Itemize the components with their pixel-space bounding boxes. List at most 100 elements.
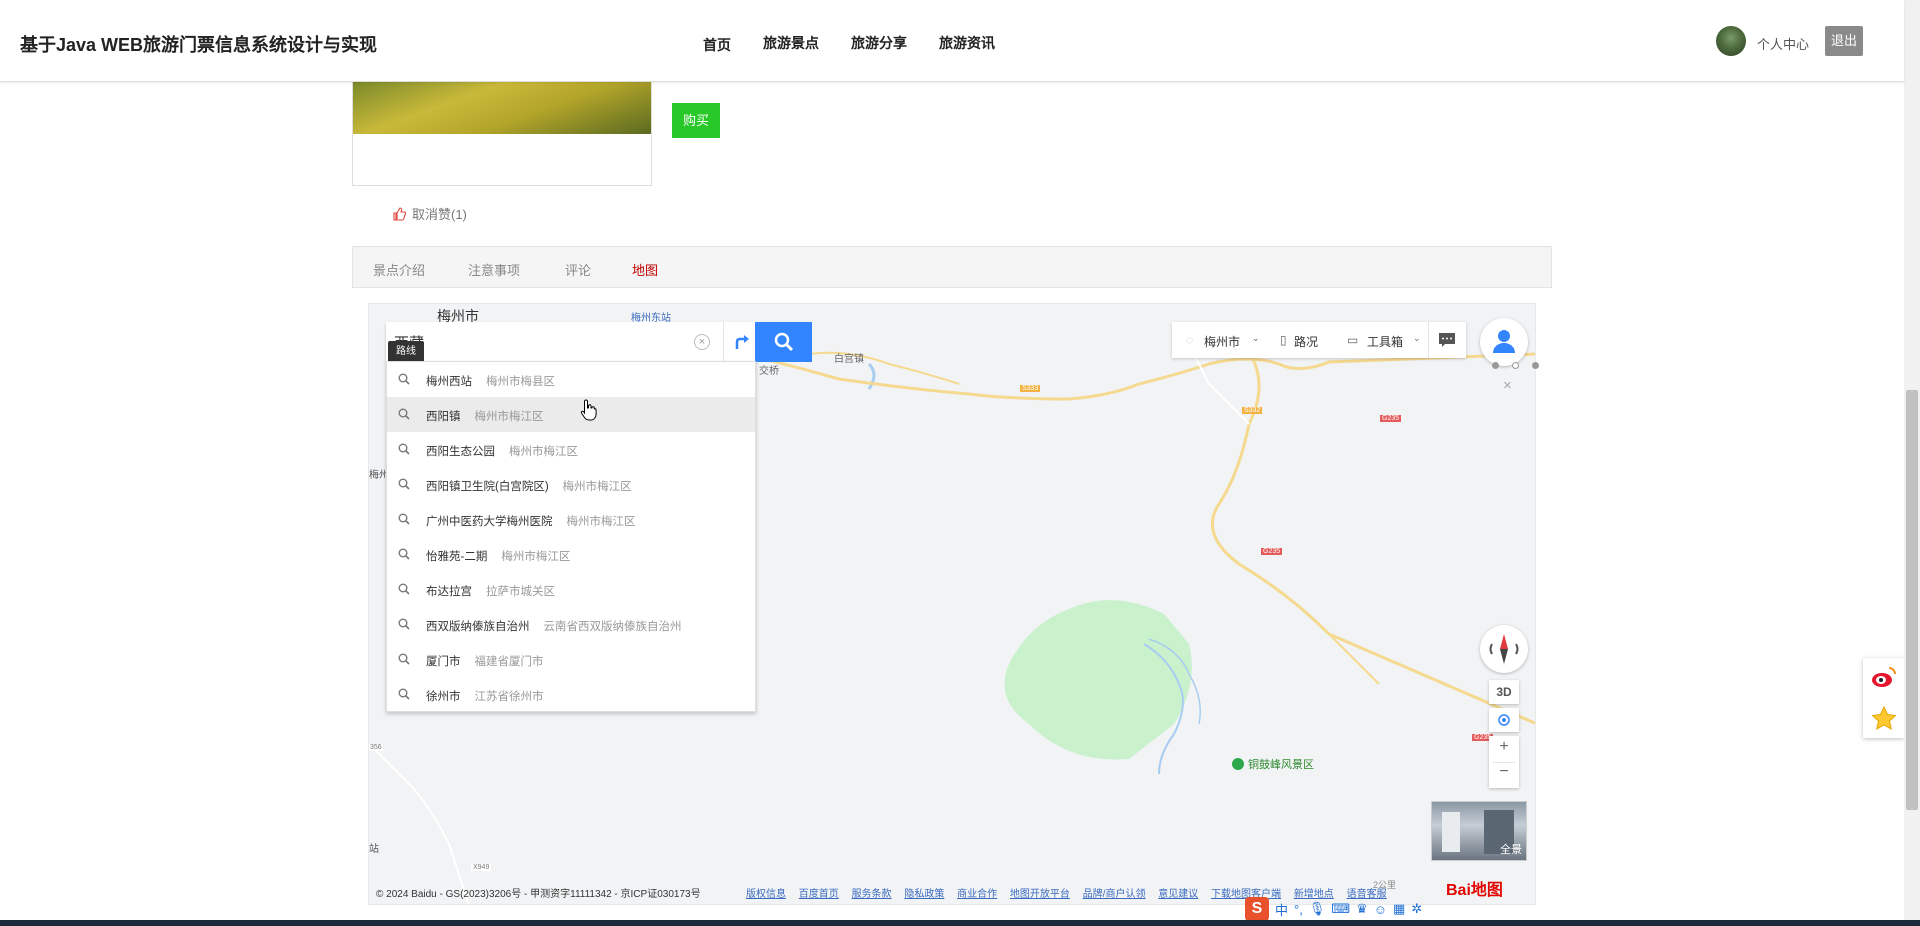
- footer-link[interactable]: 意见建议: [1158, 889, 1198, 900]
- suggestion-item[interactable]: 厦门市 福建省厦门市: [387, 642, 755, 677]
- suggestion-item[interactable]: 布达拉宫 拉萨市城关区: [387, 572, 755, 607]
- suggestion-district: 拉萨市城关区: [486, 586, 555, 598]
- search-suggestions: 梅州西站 梅州市梅县区 西阳镇 梅州市梅江区 西阳生态公园 梅州市梅江区 西阳镇卫生院…: [386, 361, 756, 712]
- footer-link[interactable]: 版权信息: [746, 889, 786, 900]
- tab-map[interactable]: 地图: [632, 260, 658, 279]
- emoji-icon[interactable]: ☺: [1374, 902, 1387, 917]
- search-icon: [398, 373, 410, 385]
- suggestion-name: 怡雅苑-二期: [426, 551, 488, 563]
- user-center-link[interactable]: 个人中心: [1757, 34, 1809, 53]
- road-badge-s333: S333: [1020, 385, 1041, 392]
- search-divider: [723, 322, 724, 362]
- search-icon: [398, 653, 410, 665]
- suggestion-item[interactable]: 怡雅苑-二期 梅州市梅江区: [387, 537, 755, 572]
- skin-icon[interactable]: ♛: [1356, 901, 1368, 917]
- qzone-star-icon[interactable]: [1871, 706, 1897, 730]
- map-user-button[interactable]: [1480, 318, 1528, 366]
- top-header: 基于Java WEB旅游门票信息系统设计与实现 首页 旅游景点 旅游分享 旅游资…: [0, 0, 1904, 82]
- search-icon: [398, 478, 410, 490]
- map-search-button[interactable]: [755, 322, 812, 362]
- buy-button[interactable]: 购买: [672, 103, 720, 138]
- map-copyright: © 2024 Baidu - GS(2023)3206号 - 甲测资字11111…: [376, 889, 701, 900]
- suggestion-item[interactable]: 广州中医药大学梅州医院 梅州市梅江区: [387, 502, 755, 537]
- message-icon[interactable]: [1438, 332, 1456, 348]
- zoom-out-button[interactable]: −: [1489, 763, 1519, 781]
- search-icon: [398, 618, 410, 630]
- map-search-box: ×: [386, 322, 756, 362]
- footer-link[interactable]: 品牌/商户认领: [1083, 889, 1146, 900]
- nav-news[interactable]: 旅游资讯: [939, 33, 995, 55]
- nav-home[interactable]: 首页: [703, 35, 731, 55]
- settings-icon[interactable]: ✲: [1411, 901, 1422, 917]
- ime-mode[interactable]: 中: [1275, 900, 1288, 919]
- locate-button[interactable]: [1489, 708, 1519, 732]
- footer-link[interactable]: 商业合作: [957, 889, 997, 900]
- chevron-down-icon: ⌄: [1413, 333, 1421, 343]
- suggestion-name: 广州中医药大学梅州医院: [426, 516, 553, 528]
- avatar[interactable]: [1716, 26, 1746, 56]
- tab-notes[interactable]: 注意事项: [468, 260, 520, 279]
- scenic-label: 铜鼓峰风景区: [1248, 759, 1314, 771]
- unlike-button[interactable]: 取消赞(1): [392, 204, 467, 223]
- apps-grid-icon[interactable]: ▦: [1393, 901, 1405, 917]
- chevron-down-icon: ⌄: [1252, 333, 1260, 343]
- suggestion-name: 西阳镇卫生院(白宫院区): [426, 481, 549, 493]
- footer-link[interactable]: 服务条款: [852, 889, 892, 900]
- suggestion-district: 梅州市梅江区: [474, 411, 544, 423]
- dot-icon: [1532, 362, 1539, 369]
- sogou-ime-icon[interactable]: S: [1245, 897, 1269, 921]
- suggestion-district: 梅州市梅江区: [501, 551, 571, 563]
- clear-input-icon[interactable]: ×: [694, 334, 710, 350]
- suggestion-district: 云南省西双版纳傣族自治州: [543, 621, 682, 633]
- toolbox-button[interactable]: 工具箱: [1367, 333, 1403, 350]
- suggestion-item[interactable]: 西双版纳傣族自治州 云南省西双版纳傣族自治州: [387, 607, 755, 642]
- tab-intro[interactable]: 景点介绍: [373, 260, 425, 279]
- 3d-toggle[interactable]: 3D: [1489, 680, 1519, 704]
- zoom-in-button[interactable]: +: [1489, 738, 1519, 756]
- building-shape: [1442, 812, 1460, 852]
- detail-tabs: 景点介绍 注意事项 评论 地图: [352, 246, 1552, 288]
- route-icon[interactable]: [732, 332, 752, 352]
- suggestion-item[interactable]: 西阳生态公园 梅州市梅江区: [387, 432, 755, 467]
- map-label-baigong: 白宫镇: [834, 354, 864, 365]
- taskbar-edge: [0, 920, 1920, 926]
- nav-share[interactable]: 旅游分享: [851, 33, 907, 55]
- microphone-icon[interactable]: 🎙: [1309, 901, 1326, 917]
- suggestion-item[interactable]: 梅州西站 梅州市梅县区: [387, 362, 755, 397]
- punctuation-icon[interactable]: °,: [1294, 902, 1303, 917]
- nav-attractions[interactable]: 旅游景点: [763, 33, 819, 55]
- logout-button[interactable]: 退出: [1825, 26, 1863, 56]
- footer-link[interactable]: 百度首页: [799, 889, 839, 900]
- search-icon: [398, 583, 410, 595]
- suggestion-name: 西阳生态公园: [426, 446, 495, 458]
- suggestion-item[interactable]: 西阳镇 梅州市梅江区: [387, 397, 755, 432]
- road-badge-g235a: G235: [1380, 415, 1402, 422]
- scrollbar-thumb[interactable]: [1906, 390, 1918, 810]
- scenic-marker[interactable]: 铜鼓峰风景区: [1232, 756, 1314, 772]
- dot-icon: [1512, 362, 1519, 369]
- panorama-thumbnail[interactable]: 全景: [1431, 801, 1527, 861]
- map-search-input[interactable]: [394, 330, 694, 354]
- traffic-light-icon: ▯: [1280, 333, 1287, 347]
- city-selector[interactable]: 梅州市: [1204, 333, 1240, 350]
- attraction-image-frame: [352, 82, 652, 186]
- footer-link[interactable]: 地图开放平台: [1010, 889, 1070, 900]
- location-pin-icon: ◌: [1186, 333, 1194, 347]
- close-icon[interactable]: ×: [1503, 377, 1512, 394]
- traffic-button[interactable]: 路况: [1294, 333, 1318, 350]
- suggestion-name: 布达拉宫: [426, 586, 472, 598]
- suggestion-item[interactable]: 西阳镇卫生院(白宫院区) 梅州市梅江区: [387, 467, 755, 502]
- road-badge-x949: X949: [471, 864, 492, 871]
- tab-comments[interactable]: 评论: [565, 260, 591, 279]
- carousel-dots: [1492, 362, 1540, 370]
- keyboard-icon[interactable]: ⌨: [1331, 901, 1350, 917]
- weibo-icon[interactable]: [1871, 666, 1897, 688]
- compass-control[interactable]: [1480, 625, 1528, 673]
- footer-link[interactable]: 隐私政策: [904, 889, 944, 900]
- panorama-label: 全景: [1500, 844, 1522, 856]
- suggestion-name: 西阳镇: [426, 411, 461, 423]
- suggestion-item[interactable]: 徐州市 江苏省徐州市: [387, 677, 755, 712]
- share-sidebar: [1863, 658, 1904, 738]
- suggestion-district: 江苏省徐州市: [474, 691, 544, 703]
- locate-icon: [1498, 714, 1510, 726]
